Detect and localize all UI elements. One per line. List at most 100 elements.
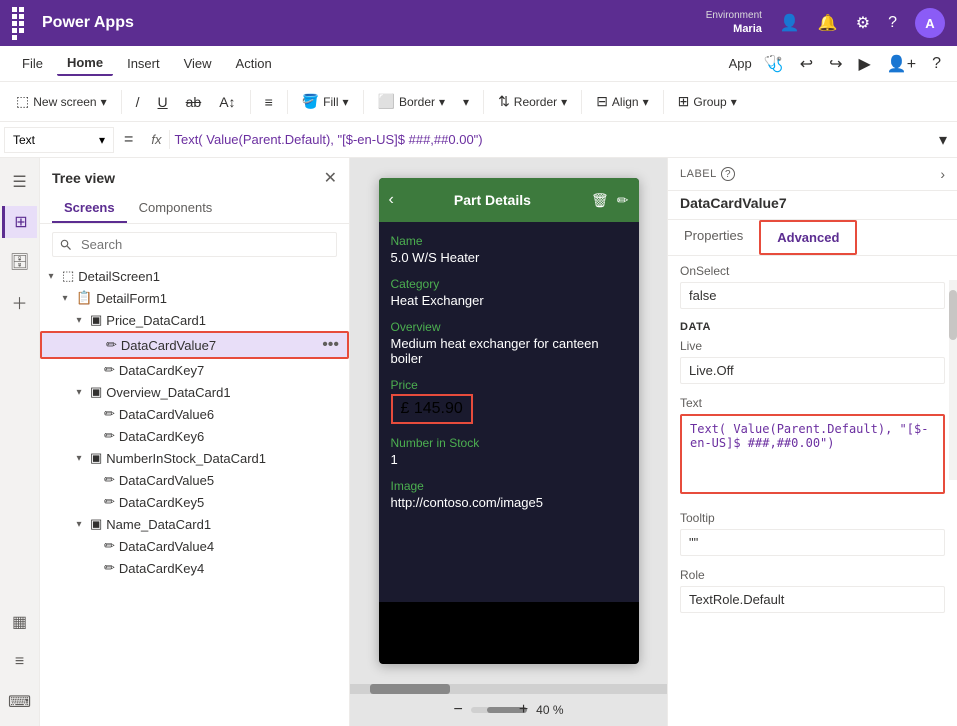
tree-item-datacardkey7[interactable]: ✏ DataCardKey7: [40, 359, 349, 381]
tab-components[interactable]: Components: [127, 194, 225, 223]
tab-properties[interactable]: Properties: [668, 220, 759, 255]
menu-action[interactable]: Action: [226, 52, 282, 75]
expand-icon-name-datacard[interactable]: ▾: [72, 517, 86, 531]
expand-icon-detailscreen1[interactable]: ▾: [44, 269, 58, 283]
bell-icon[interactable]: 🔔: [818, 13, 838, 33]
field-label-price: Price: [391, 378, 627, 392]
tree-item-price-datacard1[interactable]: ▾ ▣ Price_DataCard1: [40, 309, 349, 331]
phone-edit-icon[interactable]: ✏: [617, 192, 629, 209]
gear-icon[interactable]: ⚙: [856, 13, 870, 33]
expand-icon-overview-datacard[interactable]: ▾: [72, 385, 86, 399]
tab-advanced[interactable]: Advanced: [759, 220, 857, 255]
sidebar-icon-code[interactable]: ⌨: [4, 686, 36, 718]
menu-file[interactable]: File: [12, 52, 53, 75]
formula-selector[interactable]: Text ▾: [4, 127, 114, 153]
tree-item-detailscreen1[interactable]: ▾ ⬚ DetailScreen1: [40, 265, 349, 287]
tab-screens[interactable]: Screens: [52, 194, 127, 223]
menu-view[interactable]: View: [174, 52, 222, 75]
tree-item-detailform1[interactable]: ▾ 📋 DetailForm1: [40, 287, 349, 309]
input-role[interactable]: [680, 586, 945, 613]
canvas-horizontal-scrollbar[interactable]: [350, 684, 667, 694]
textarea-text[interactable]: Text( Value(Parent.Default), "[$-en-US]$…: [680, 414, 945, 494]
field-value-overview: Medium heat exchanger for canteen boiler: [391, 336, 627, 366]
font-size-button[interactable]: A↕: [211, 90, 243, 114]
tree-item-datacardkey5[interactable]: ✏ DataCardKey5: [40, 491, 349, 513]
tree-search-area: [40, 224, 349, 265]
apps-launcher-icon[interactable]: [12, 7, 30, 40]
app-label: App: [729, 56, 752, 71]
new-screen-button[interactable]: ⬚ New screen ▾: [8, 89, 115, 114]
border-button[interactable]: ⬜ Border ▾: [370, 89, 454, 114]
text-format-slash[interactable]: /: [128, 90, 148, 114]
new-screen-chevron[interactable]: ▾: [101, 95, 107, 109]
input-onselect[interactable]: [680, 282, 945, 309]
zoom-slider[interactable]: [471, 707, 511, 713]
fill-button[interactable]: 🪣 Fill ▾: [294, 89, 357, 114]
sidebar-icon-variables[interactable]: ≡: [4, 646, 36, 678]
tree-item-datacardvalue4[interactable]: ✏ DataCardValue4: [40, 535, 349, 557]
sidebar-icon-plus[interactable]: ＋: [4, 286, 36, 318]
field-label-stock: Number in Stock: [391, 436, 627, 450]
help-menu-icon[interactable]: ?: [928, 55, 945, 73]
treeview-close-button[interactable]: ✕: [324, 168, 337, 188]
underline-button[interactable]: U: [150, 90, 176, 114]
more-options-datacardvalue7[interactable]: •••: [318, 336, 343, 354]
border-chevron[interactable]: ▾: [439, 95, 445, 109]
align-chevron[interactable]: ▾: [643, 95, 649, 109]
menu-home[interactable]: Home: [57, 51, 113, 76]
user-circle-icon[interactable]: 👤: [780, 13, 800, 33]
redo-icon[interactable]: ↪: [825, 54, 846, 74]
panel-help-icon[interactable]: ?: [721, 167, 735, 181]
reorder-chevron[interactable]: ▾: [561, 95, 567, 109]
align-button[interactable]: ≡: [257, 90, 281, 114]
tree-item-datacardvalue6[interactable]: ✏ DataCardValue6: [40, 403, 349, 425]
tree-item-datacardvalue5[interactable]: ✏ DataCardValue5: [40, 469, 349, 491]
tree-item-datacardvalue7[interactable]: ✏ DataCardValue7 •••: [40, 331, 349, 359]
input-tooltip[interactable]: [680, 529, 945, 556]
fill-chevron[interactable]: ▾: [343, 95, 349, 109]
formula-equals: =: [118, 131, 139, 149]
tree-item-name-datacard[interactable]: ▾ ▣ Name_DataCard1: [40, 513, 349, 535]
avatar[interactable]: A: [915, 8, 945, 38]
expand-icon-datacardvalue7: [88, 338, 102, 352]
tree-item-overview-datacard1[interactable]: ▾ ▣ Overview_DataCard1: [40, 381, 349, 403]
right-panel-header: LABEL ? ›: [668, 158, 957, 191]
canvas-scroll[interactable]: ‹ Part Details 🗑 ✏ Name 5.0 W/S Heater C…: [350, 158, 667, 684]
formula-expand-icon[interactable]: ▾: [933, 130, 953, 150]
panel-expand-icon[interactable]: ›: [940, 166, 945, 182]
input-live[interactable]: [680, 357, 945, 384]
tree-item-datacardkey6[interactable]: ✏ DataCardKey6: [40, 425, 349, 447]
group-chevron[interactable]: ▾: [731, 95, 737, 109]
tree-item-numberinstock-datacard[interactable]: ▾ ▣ NumberInStock_DataCard1: [40, 447, 349, 469]
sidebar-icon-data[interactable]: 🗄: [4, 246, 36, 278]
zoom-plus-button[interactable]: +: [519, 701, 528, 719]
formula-input[interactable]: [174, 132, 929, 147]
search-input[interactable]: [52, 232, 337, 257]
strikethrough-button[interactable]: ab: [178, 90, 210, 114]
expand-icon-price-datacard[interactable]: ▾: [72, 313, 86, 327]
undo-icon[interactable]: ↩: [796, 54, 817, 74]
sidebar-icon-menu[interactable]: ☰: [4, 166, 36, 198]
panel-label-area: LABEL ?: [680, 167, 735, 181]
label-datacardkey4: DataCardKey4: [119, 561, 345, 576]
reorder-button[interactable]: ⇅ Reorder ▾: [490, 89, 575, 114]
group-button[interactable]: ⊞ Group ▾: [670, 89, 745, 114]
canvas-scroll-thumb[interactable]: [370, 684, 450, 694]
help-icon[interactable]: ?: [888, 14, 897, 32]
align-objects-button[interactable]: ⊟ Align ▾: [588, 89, 656, 114]
phone-delete-icon[interactable]: 🗑: [591, 192, 609, 209]
expand-icon-numberinstock[interactable]: ▾: [72, 451, 86, 465]
phone-back-button[interactable]: ‹: [389, 191, 394, 209]
share-icon[interactable]: 👤+: [883, 54, 920, 74]
formula-selector-value: Text: [13, 133, 35, 147]
brand-logo: Power Apps: [42, 14, 134, 32]
play-icon[interactable]: ▶: [855, 54, 875, 74]
menu-insert[interactable]: Insert: [117, 52, 170, 75]
sidebar-icon-media[interactable]: ▦: [4, 606, 36, 638]
zoom-minus-button[interactable]: −: [453, 701, 462, 719]
sidebar-icon-treeview[interactable]: ⊞: [2, 206, 37, 238]
border-extra[interactable]: ▾: [455, 91, 477, 113]
health-icon[interactable]: 🩺: [760, 54, 788, 74]
expand-icon-detailform1[interactable]: ▾: [58, 291, 72, 305]
tree-item-datacardkey4[interactable]: ✏ DataCardKey4: [40, 557, 349, 579]
